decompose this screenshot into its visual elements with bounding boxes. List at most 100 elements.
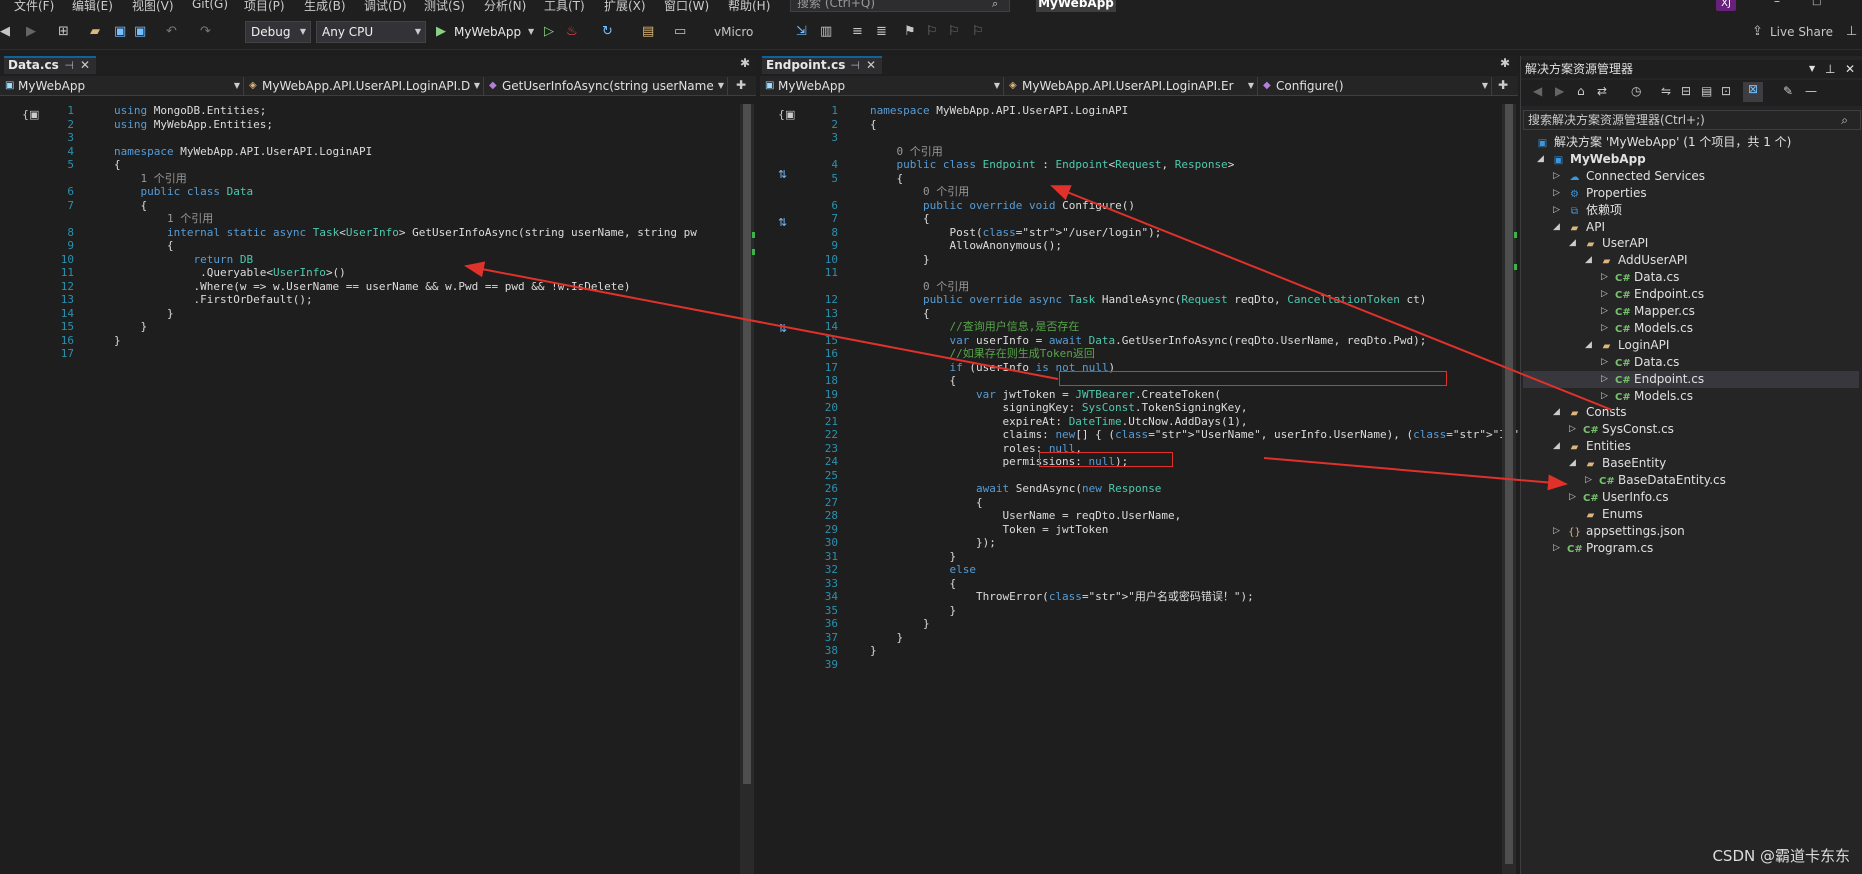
gear-icon[interactable]: ✱: [740, 56, 750, 70]
tree-item[interactable]: ◢ ▰ Entities: [1553, 438, 1631, 455]
undo-icon[interactable]: ↶: [166, 14, 177, 50]
menu-build[interactable]: 生成(B): [304, 0, 346, 14]
menu-edit[interactable]: 编辑(E): [72, 0, 113, 14]
history-icon[interactable]: ◷: [1631, 84, 1641, 98]
code-line[interactable]: {: [870, 374, 956, 388]
codelens-reference[interactable]: 0 个引用: [923, 280, 969, 294]
outdent-icon[interactable]: ≣: [876, 14, 887, 50]
menu-test[interactable]: 测试(S): [424, 0, 465, 14]
code-line[interactable]: public override async Task HandleAsync(R…: [870, 293, 1426, 307]
tree-item[interactable]: ▷ C# Models.cs: [1601, 388, 1693, 405]
code-line[interactable]: public class Data: [114, 185, 254, 199]
code-line[interactable]: else: [870, 563, 976, 577]
live-share-button[interactable]: Live Share: [1770, 14, 1833, 50]
code-line[interactable]: }: [114, 334, 121, 348]
collapsed-icon[interactable]: ▷: [1553, 202, 1560, 219]
menu-help[interactable]: 帮助(H): [728, 0, 770, 14]
tree-item[interactable]: ▷ ⧉ 依赖项: [1553, 202, 1622, 219]
tree-item[interactable]: ◢ ▰ Consts: [1553, 404, 1627, 421]
code-line[interactable]: signingKey: SysConst.TokenSigningKey,: [870, 401, 1247, 415]
menu-window[interactable]: 窗口(W): [664, 0, 709, 14]
code-line[interactable]: return DB: [114, 253, 253, 267]
expanded-icon[interactable]: ◢: [1585, 252, 1592, 269]
expanded-icon[interactable]: ◢: [1585, 337, 1592, 354]
menu-extensions[interactable]: 扩展(X): [604, 0, 646, 14]
collapsed-icon[interactable]: ▷: [1553, 185, 1560, 202]
left-scrollbar[interactable]: [740, 104, 755, 874]
code-line[interactable]: //查询用户信息,是否存在: [870, 320, 1079, 334]
code-line[interactable]: }: [870, 617, 930, 631]
collapsed-icon[interactable]: ▷: [1553, 168, 1560, 185]
sync-icon[interactable]: ⇋: [1661, 84, 1671, 98]
expanded-icon[interactable]: ◢: [1553, 404, 1560, 421]
solution-search-input[interactable]: 搜索解决方案资源管理器(Ctrl+;) ⌕: [1523, 110, 1861, 130]
pin-icon[interactable]: ⊣: [850, 58, 860, 73]
chevron-down-icon[interactable]: ▼: [1809, 60, 1815, 78]
left-code-area[interactable]: 1 2 3 4 5 6 7 8 9 10 11 12 13 14 15 16 17 using MongoDB.…: [0, 104, 740, 874]
tab-endpoint-cs[interactable]: Endpoint.cs ⊣ ✕: [762, 56, 882, 74]
back-nav-icon[interactable]: ◀: [0, 14, 10, 50]
tree-item[interactable]: ◢ ▰ LoginAPI: [1585, 337, 1669, 354]
code-line[interactable]: using MongoDB.Entities;: [114, 104, 266, 118]
bookmark-clear-icon[interactable]: ⚐: [972, 14, 984, 50]
code-line[interactable]: await SendAsync(new Response: [870, 482, 1161, 496]
run-target-button[interactable]: MyWebApp: [454, 14, 521, 50]
global-search-input[interactable]: 搜索 (Ctrl+Q): [790, 0, 1010, 12]
pin-icon[interactable]: ⊥: [1846, 14, 1857, 50]
code-line[interactable]: {: [870, 307, 930, 321]
code-line[interactable]: Token = jwtToken: [870, 523, 1108, 537]
tree-item[interactable]: ▷ C# SysConst.cs: [1569, 421, 1674, 438]
collapsed-icon[interactable]: ▷: [1569, 421, 1576, 438]
run-icon[interactable]: ▶: [436, 14, 446, 50]
code-line[interactable]: {: [870, 496, 983, 510]
code-line[interactable]: {: [870, 172, 903, 186]
tree-item[interactable]: ▷ C# Models.cs: [1601, 320, 1693, 337]
tree-item[interactable]: ▷ C# UserInfo.cs: [1569, 489, 1669, 506]
scrollbar-thumb[interactable]: [1505, 104, 1513, 864]
tree-item[interactable]: ◢ ▰ API: [1553, 219, 1605, 236]
new-project-icon[interactable]: ⊞: [58, 14, 69, 50]
code-line[interactable]: {: [870, 118, 877, 132]
toolbox-icon[interactable]: ▤: [642, 14, 654, 50]
code-line[interactable]: Post(class="str">"/user/login");: [870, 226, 1161, 240]
tree-item[interactable]: ◢ ▣ MyWebApp: [1537, 151, 1646, 168]
expanded-icon[interactable]: ◢: [1569, 455, 1576, 472]
codelens-reference[interactable]: 0 个引用: [923, 185, 969, 199]
more-icon[interactable]: —: [1805, 84, 1817, 98]
tree-item[interactable]: ▷ {} appsettings.json: [1553, 523, 1685, 540]
collapsed-icon[interactable]: ▷: [1569, 489, 1576, 506]
expanded-icon[interactable]: ◢: [1553, 219, 1560, 236]
live-share-icon[interactable]: ⇪: [1752, 14, 1763, 50]
right-scrollbar[interactable]: [1502, 104, 1517, 874]
code-line[interactable]: {: [114, 239, 174, 253]
save-all-icon[interactable]: ▣: [134, 14, 146, 50]
indent-icon[interactable]: ≡: [852, 14, 863, 50]
code-line[interactable]: }: [114, 307, 174, 321]
close-icon[interactable]: ✕: [1845, 60, 1855, 78]
forward-nav-icon[interactable]: ▶: [26, 14, 36, 50]
code-line[interactable]: namespace MyWebApp.API.UserAPI.LoginAPI: [870, 104, 1128, 118]
properties-wrench-icon[interactable]: ✎: [1783, 84, 1793, 98]
tree-item[interactable]: ▷ C# BaseDataEntity.cs: [1585, 472, 1726, 489]
expanded-icon[interactable]: ◢: [1553, 438, 1560, 455]
close-icon[interactable]: ✕: [866, 58, 876, 73]
bookmark-next-icon[interactable]: ⚐: [948, 14, 960, 50]
menu-debug[interactable]: 调试(D): [364, 0, 407, 14]
code-line[interactable]: .FirstOrDefault();: [114, 293, 312, 307]
class-dropdown[interactable]: ◈ MyWebApp.API.UserAPI.LoginAPI.D ▼: [246, 77, 484, 95]
expanded-icon[interactable]: ◢: [1537, 151, 1544, 168]
collapsed-icon[interactable]: ▷: [1553, 540, 1560, 557]
collapsed-icon[interactable]: ▷: [1601, 303, 1608, 320]
run-without-debug-icon[interactable]: ▷: [544, 14, 554, 50]
code-line[interactable]: expireAt: DateTime.UtcNow.AddDays(1),: [870, 415, 1247, 429]
tree-item[interactable]: ▷ ☁ Connected Services: [1553, 168, 1705, 185]
collapsed-icon[interactable]: ▷: [1585, 472, 1592, 489]
collapse-all-icon[interactable]: ⊟: [1681, 84, 1691, 98]
hot-reload-icon[interactable]: ♨: [566, 14, 578, 50]
gear-icon[interactable]: ✱: [1500, 56, 1510, 70]
maximize-icon[interactable]: □: [1812, 0, 1821, 7]
codelens-reference[interactable]: 0 个引用: [896, 145, 942, 159]
menu-git[interactable]: Git(G): [192, 0, 228, 11]
tree-item[interactable]: ◢ ▰ UserAPI: [1569, 235, 1648, 252]
code-line[interactable]: UserName = reqDto.UserName,: [870, 509, 1181, 523]
